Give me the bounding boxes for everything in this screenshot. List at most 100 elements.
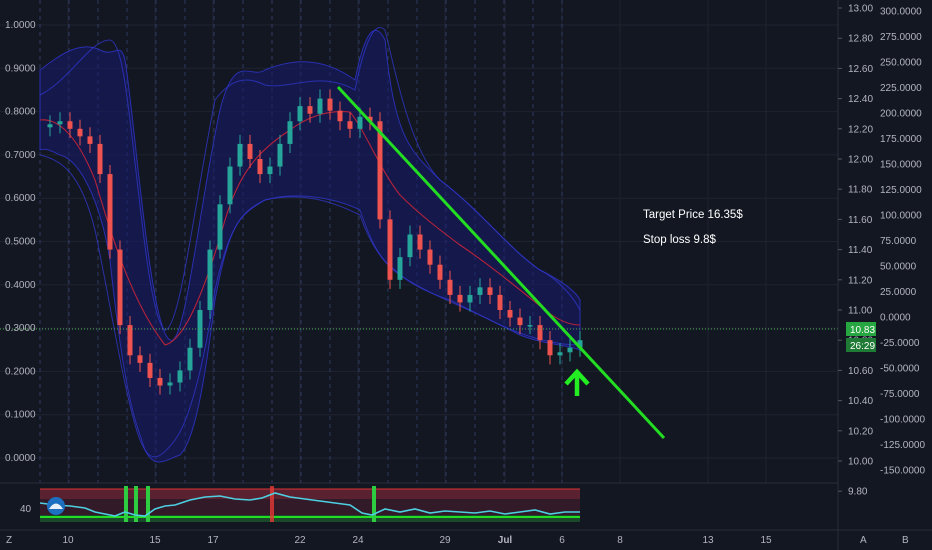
osc-axis-tick: 25.0000 — [880, 287, 917, 298]
price-axis-tick: 12.20 — [848, 124, 873, 135]
candle-body — [557, 352, 563, 356]
price-axis-tick: 12.40 — [848, 94, 873, 105]
time-axis-tick: 24 — [352, 535, 364, 546]
left-axis-tick: 0.8000 — [5, 107, 36, 118]
candle-body — [357, 116, 363, 129]
price-axis-tick: 9.80 — [848, 487, 868, 498]
left-axis-tick: 0.2000 — [5, 366, 36, 377]
candle-body — [137, 355, 143, 363]
price-axis-tick: 10.20 — [848, 426, 873, 437]
candle-body — [467, 294, 473, 303]
target-price-note: Target Price 16.35$ — [643, 209, 743, 221]
osc-axis-tick: 200.0000 — [880, 109, 922, 120]
left-axis-tick: 0.3000 — [5, 323, 36, 334]
time-axis-tick: Jul — [498, 535, 513, 546]
candle-body — [187, 347, 193, 371]
candle-body — [47, 124, 53, 128]
price-axis-tick: 10.60 — [848, 366, 873, 377]
price-axis-tick: 11.20 — [848, 275, 873, 286]
trading-chart[interactable]: Target Price 16.35$ Stop loss 9.8$ 13.00… — [0, 0, 932, 550]
oscillator-pane: 40 — [20, 486, 580, 522]
log-scale-button[interactable]: B — [902, 535, 909, 546]
time-axis-tick: 15 — [760, 535, 772, 546]
left-axis-tick: 0.4000 — [5, 280, 36, 291]
candle-body — [417, 234, 423, 250]
osc-axis-tick: 225.0000 — [880, 83, 922, 94]
countdown-tag: 26:29 — [846, 338, 876, 352]
osc-axis-tick: 0.0000 — [880, 313, 911, 324]
price-axis-tick: 13.00 — [848, 4, 873, 15]
osc-axis-tick: 175.0000 — [880, 134, 922, 145]
candle-body — [147, 362, 153, 378]
candle-body — [247, 143, 253, 159]
timezone-button[interactable]: Z — [6, 535, 12, 546]
oscillator-level-label: 40 — [20, 504, 32, 515]
countdown-value: 26:29 — [850, 341, 875, 352]
price-axis-tick: 11.00 — [848, 306, 873, 317]
price-axis-tick: 10.40 — [848, 396, 873, 407]
osc-axis-tick: 125.0000 — [880, 185, 922, 196]
time-axis-tick: 15 — [149, 535, 161, 546]
osc-axis-tick: 50.0000 — [880, 262, 917, 273]
candle-body — [177, 370, 183, 383]
left-axis-tick: 0.0000 — [5, 453, 36, 464]
candle-body — [537, 325, 543, 341]
candle-body — [237, 143, 243, 167]
auto-scale-button[interactable]: A — [860, 535, 867, 546]
candle-body — [337, 110, 343, 122]
candle-body — [77, 128, 83, 137]
osc-axis-tick: -100.0000 — [880, 415, 925, 426]
time-axis-tick: 6 — [559, 535, 565, 546]
candle-body — [57, 121, 63, 125]
osc-axis-tick: 300.0000 — [880, 7, 922, 18]
candle-body — [127, 325, 133, 356]
candle-body — [547, 340, 553, 356]
left-axis-tick: 1.0000 — [5, 20, 36, 31]
candle-body — [257, 159, 263, 175]
candle-body — [217, 204, 223, 250]
price-axis-tick: 11.80 — [848, 185, 873, 196]
candle-body — [87, 136, 93, 144]
candle-body — [287, 121, 293, 144]
stop-loss-note: Stop loss 9.8$ — [643, 234, 716, 246]
candle-body — [387, 219, 393, 280]
left-axis-tick: 0.1000 — [5, 410, 36, 421]
candle-body — [107, 174, 113, 250]
time-axis-tick: 22 — [294, 535, 306, 546]
candle-body — [487, 287, 493, 295]
current-price-value: 10.83 — [850, 325, 875, 336]
time-axis-tick: 8 — [617, 535, 623, 546]
candle-body — [67, 121, 73, 129]
candle-body — [157, 377, 163, 386]
left-axis-tick: 0.6000 — [5, 193, 36, 204]
candle-body — [407, 234, 413, 258]
current-price-tag: 10.83 — [846, 322, 876, 336]
candle-body — [477, 287, 483, 295]
price-axis-tick: 12.00 — [848, 155, 873, 166]
candle-body — [327, 98, 333, 111]
candle-body — [117, 249, 123, 326]
candle-body — [317, 98, 323, 114]
osc-axis-tick: 250.0000 — [880, 58, 922, 69]
price-axis-tick: 11.60 — [848, 215, 873, 226]
time-axis-tick: 29 — [439, 535, 451, 546]
candle-body — [207, 249, 213, 310]
price-axis-tick: 12.60 — [848, 64, 873, 75]
osc-axis-tick: -75.0000 — [880, 389, 920, 400]
osc-axis-tick: -125.0000 — [880, 440, 925, 451]
time-axis-tick: 13 — [702, 535, 714, 546]
time-axis-tick: 10 — [62, 535, 74, 546]
osc-axis-tick: 275.0000 — [880, 32, 922, 43]
candle-body — [347, 121, 353, 129]
osc-axis-tick: 75.0000 — [880, 236, 917, 247]
candle-body — [437, 264, 443, 280]
candle-body — [97, 143, 103, 175]
candle-body — [227, 166, 233, 205]
price-axis-tick: 11.40 — [848, 245, 873, 256]
candle-body — [427, 249, 433, 265]
osc-axis-tick: -150.0000 — [880, 466, 925, 477]
candle-body — [497, 294, 503, 310]
left-axis-tick: 0.5000 — [5, 237, 36, 248]
osc-axis-tick: -50.0000 — [880, 364, 920, 375]
candle-body — [527, 325, 533, 327]
